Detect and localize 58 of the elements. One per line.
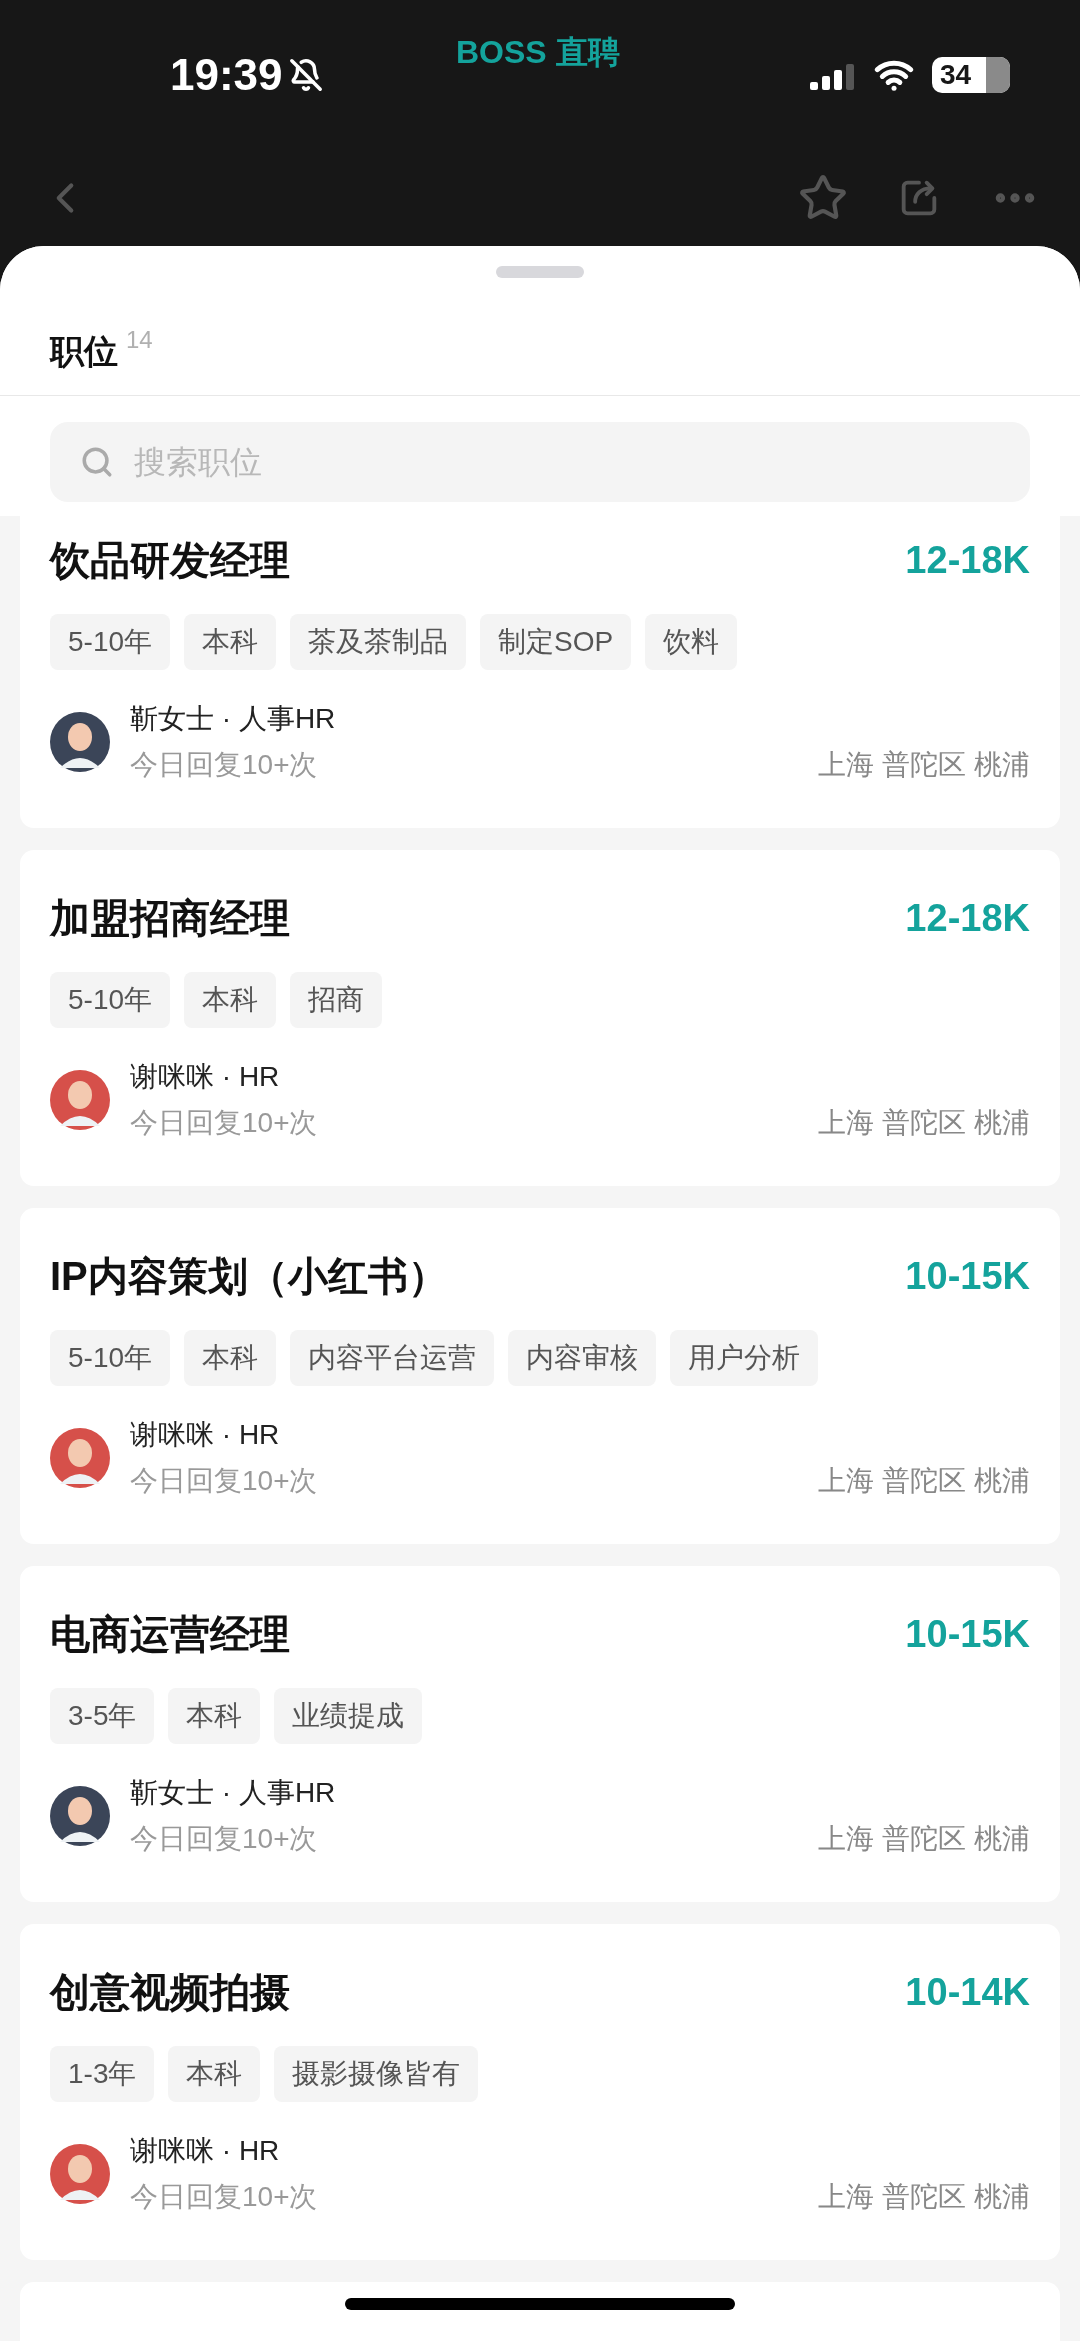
salary: 10-14K (905, 1969, 1030, 2015)
job-card[interactable]: 加盟招商经理 12-18K 5-10年 本科 招商 谢咪咪 · HR 今日回复10+次 上海 普陀区 桃浦 (20, 850, 1060, 1186)
section-title: 职位 (50, 331, 118, 372)
job-tag: 内容平台运营 (290, 1330, 495, 1386)
job-title: 电商运营经理 (50, 1611, 290, 1658)
job-tag: 制定SOP (480, 614, 632, 670)
job-tag: 内容审核 (508, 1330, 657, 1386)
recruiter-name: 谢咪咪 · HR (130, 1418, 281, 1452)
job-tag: 本科 (184, 614, 277, 670)
job-tag: 本科 (168, 2046, 261, 2102)
salary: 10-15K (905, 1253, 1030, 1299)
job-location: 上海 普陀区 桃浦 (818, 1106, 1030, 1140)
reply-rate: 今日回复10+次 (130, 1822, 318, 1856)
job-tag: 本科 (168, 1688, 261, 1744)
job-tag: 招商 (290, 972, 383, 1028)
job-card[interactable]: 电商运营经理 10-15K 3-5年 本科 业绩提成 靳女士 · 人事HR 今日回复10+次 上海 普陀区 桃浦 (20, 1566, 1060, 1902)
job-tag: 5-10年 (50, 972, 171, 1028)
recruiter-name: 靳女士 · 人事HR (130, 1776, 337, 1810)
salary: 12-18K (905, 895, 1030, 941)
job-count: 14 (126, 325, 153, 355)
job-card[interactable]: 饮品研发经理 12-18K 5-10年 本科 茶及茶制品 制定SOP 饮料 靳女士 · 人事HR 今日回复10+次 上海 普陀区 桃浦 (20, 516, 1060, 828)
recruiter-name: 谢咪咪 · HR (130, 1060, 281, 1094)
mute-icon (288, 58, 323, 92)
reply-rate: 今日回复10+次 (130, 1106, 318, 1140)
job-tag: 饮料 (645, 614, 738, 670)
job-card[interactable]: 创意视频拍摄 10-14K 1-3年 本科 摄影摄像皆有 谢咪咪 · HR 今日回复10+次 上海 普陀区 桃浦 (20, 1924, 1060, 2260)
job-tag: 茶及茶制品 (290, 614, 467, 670)
job-tag: 本科 (184, 1330, 277, 1386)
reply-rate: 今日回复10+次 (130, 2180, 318, 2214)
job-tag: 摄影摄像皆有 (274, 2046, 479, 2102)
job-title: IP内容策划（小红书） (50, 1253, 448, 1300)
search-icon (80, 445, 114, 479)
job-card[interactable]: IP内容策划（小红书） 10-15K 5-10年 本科 内容平台运营 内容审核 用户分析 谢咪咪 · HR 今日回复10+次 上海 普陀区 桃浦 (20, 1208, 1060, 1544)
job-location: 上海 普陀区 桃浦 (818, 2180, 1030, 2214)
job-title: 饮品研发经理 (50, 537, 290, 584)
job-tag: 业绩提成 (274, 1688, 423, 1744)
app-label: BOSS 直聘 (456, 33, 620, 72)
job-title: 创意视频拍摄 (50, 1969, 290, 2016)
salary: 12-18K (905, 537, 1030, 583)
battery-indicator: 34 (932, 57, 1010, 93)
status-time: 19:39 (170, 49, 283, 101)
recruiter-name: 谢咪咪 · HR (130, 2134, 281, 2168)
search-field[interactable]: 搜索职位 (50, 422, 1030, 502)
job-tag: 1-3年 (50, 2046, 155, 2102)
reply-rate: 今日回复10+次 (130, 748, 318, 782)
job-location: 上海 普陀区 桃浦 (818, 1822, 1030, 1856)
drag-handle[interactable] (496, 266, 584, 278)
job-location: 上海 普陀区 桃浦 (818, 748, 1030, 782)
salary: 10-15K (905, 1611, 1030, 1657)
job-title: 加盟招商经理 (50, 895, 290, 942)
job-tag: 5-10年 (50, 1330, 171, 1386)
job-location: 上海 普陀区 桃浦 (818, 1464, 1030, 1498)
job-tag: 本科 (184, 972, 277, 1028)
recruiter-name: 靳女士 · 人事HR (130, 702, 337, 736)
reply-rate: 今日回复10+次 (130, 1464, 318, 1498)
job-tag: 用户分析 (670, 1330, 819, 1386)
job-tag: 5-10年 (50, 614, 171, 670)
job-tag: 3-5年 (50, 1688, 155, 1744)
